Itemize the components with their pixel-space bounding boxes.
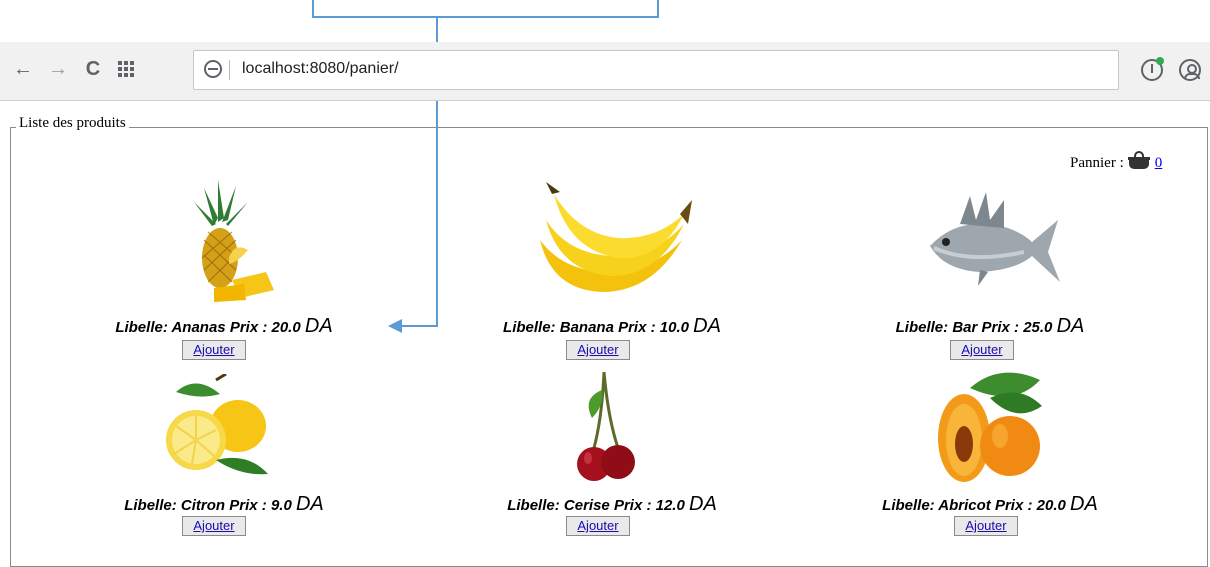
libelle-label: Libelle: — [124, 497, 177, 514]
cherry-icon — [577, 371, 635, 481]
libelle-label: Libelle: — [503, 319, 556, 336]
prix-label: Prix : — [229, 319, 268, 336]
add-to-cart-button[interactable]: Ajouter — [566, 516, 630, 536]
address-separator — [229, 60, 230, 80]
currency-label: DA — [1056, 315, 1085, 337]
browser-toolbar: ← → C localhost:8080/panier/ — [0, 42, 1210, 101]
product-caption: Libelle: Abricot Prix : 20.0 DA — [810, 493, 1170, 516]
product-name: Cerise — [563, 497, 610, 514]
product-card: Libelle: Citron Prix : 9.0 DA Ajouter — [44, 368, 404, 552]
product-name: Banana — [559, 319, 614, 336]
apps-grid-icon[interactable] — [113, 56, 139, 82]
product-name: Bar — [952, 319, 978, 336]
forward-arrow-icon[interactable]: → — [45, 56, 71, 82]
currency-label: DA — [693, 315, 721, 337]
url-text[interactable]: localhost:8080/panier/ — [242, 60, 399, 78]
cart-count-link[interactable]: 0 — [1155, 155, 1163, 172]
annotation-callout-box — [312, 0, 659, 18]
prix-label: Prix : — [994, 497, 1033, 514]
product-caption: Libelle: Citron Prix : 9.0 DA — [44, 493, 404, 516]
libelle-label: Libelle: — [507, 497, 560, 514]
product-caption: Libelle: Ananas Prix : 20.0 DA — [44, 315, 404, 338]
product-price: 20.0 — [271, 319, 301, 336]
libelle-label: Libelle: — [115, 319, 168, 336]
product-caption: Libelle: Banana Prix : 10.0 DA — [432, 315, 792, 338]
product-card: Libelle: Banana Prix : 10.0 DA Ajouter — [432, 180, 792, 365]
product-price: 9.0 — [270, 497, 292, 514]
add-to-cart-button[interactable]: Ajouter — [182, 516, 246, 536]
currency-label: DA — [304, 315, 333, 337]
product-card: Libelle: Abricot Prix : 20.0 DA Ajouter — [810, 368, 1170, 552]
product-card: Libelle: Ananas Prix : 20.0 DA Ajouter — [44, 180, 404, 365]
cart-summary: Pannier : 0 — [1070, 151, 1163, 172]
product-price: 12.0 — [655, 497, 685, 514]
site-info-icon[interactable] — [204, 60, 222, 78]
currency-label: DA — [1070, 493, 1098, 515]
basket-icon[interactable] — [1127, 151, 1150, 169]
add-to-cart-button[interactable]: Ajouter — [954, 516, 1018, 536]
product-name: Citron — [180, 497, 226, 514]
add-to-cart-button[interactable]: Ajouter — [182, 340, 246, 360]
banana-icon — [540, 182, 692, 292]
lemon-icon — [166, 374, 268, 475]
extension-icon[interactable] — [1141, 57, 1164, 81]
product-name: Abricot — [938, 497, 991, 514]
prix-label: Prix : — [613, 497, 652, 514]
address-bar[interactable]: localhost:8080/panier/ — [193, 50, 1119, 90]
back-arrow-icon[interactable]: ← — [10, 56, 36, 82]
product-name: Ananas — [171, 319, 226, 336]
libelle-label: Libelle: — [882, 497, 935, 514]
apricot-icon — [938, 372, 1042, 482]
pineapple-icon — [194, 180, 274, 302]
fish-icon — [930, 192, 1060, 286]
add-to-cart-button[interactable]: Ajouter — [950, 340, 1014, 360]
product-price: 10.0 — [659, 319, 689, 336]
fieldset-legend: Liste des produits — [16, 115, 129, 132]
prix-label: Prix : — [618, 319, 656, 336]
cart-label: Pannier : — [1070, 155, 1124, 171]
product-price: 25.0 — [1023, 319, 1053, 336]
prix-label: Prix : — [229, 497, 267, 514]
add-to-cart-button[interactable]: Ajouter — [566, 340, 630, 360]
currency-label: DA — [689, 493, 717, 515]
currency-label: DA — [295, 493, 324, 515]
product-card: Libelle: Bar Prix : 25.0 DA Ajouter — [810, 180, 1170, 365]
product-caption: Libelle: Cerise Prix : 12.0 DA — [432, 493, 792, 516]
product-card: Libelle: Cerise Prix : 12.0 DA Ajouter — [432, 368, 792, 552]
prix-label: Prix : — [981, 319, 1020, 336]
libelle-label: Libelle: — [895, 319, 949, 336]
profile-icon[interactable] — [1179, 59, 1201, 81]
product-price: 20.0 — [1036, 497, 1066, 514]
product-caption: Libelle: Bar Prix : 25.0 DA — [810, 315, 1170, 338]
reload-icon[interactable]: C — [80, 56, 106, 82]
